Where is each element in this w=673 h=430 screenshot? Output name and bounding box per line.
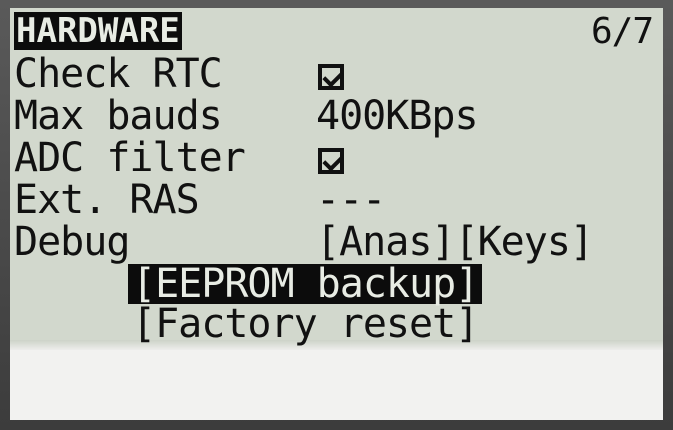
eeprom-backup-button[interactable]: [EEPROM backup] [128, 264, 483, 304]
lcd-screen: HARDWARE 6/7 Check RTC Max bauds 400KBps… [10, 8, 663, 420]
max-bauds-value[interactable]: 400KBps [316, 96, 479, 136]
adc-filter-checkbox[interactable] [318, 148, 344, 174]
check-rtc-label: Check RTC [14, 51, 223, 97]
debug-value[interactable]: [Anas][Keys] [316, 222, 594, 262]
max-bauds-label: Max bauds [14, 93, 223, 139]
debug-label: Debug [14, 219, 130, 265]
factory-reset-button[interactable]: [Factory reset] [128, 304, 482, 344]
page-title: HARDWARE [14, 11, 182, 51]
adc-filter-label: ADC filter [14, 135, 246, 181]
ext-ras-value[interactable]: --- [316, 180, 386, 220]
ext-ras-label: Ext. RAS [14, 177, 200, 223]
page-indicator: 6/7 [590, 11, 654, 52]
check-rtc-checkbox[interactable] [318, 64, 344, 90]
